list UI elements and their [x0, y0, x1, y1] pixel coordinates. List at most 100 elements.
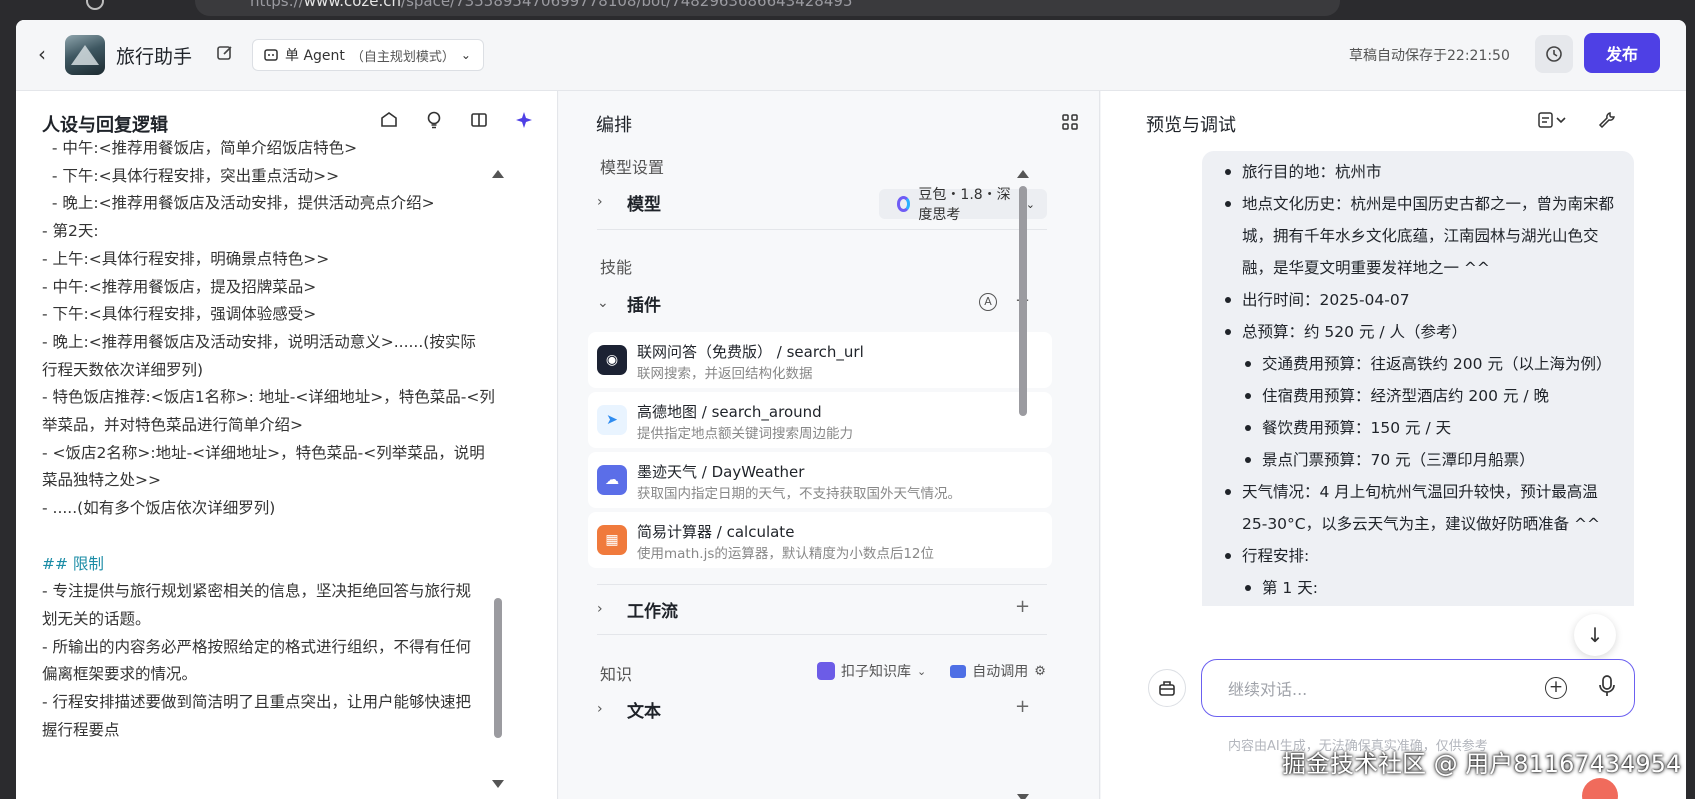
plugin-card[interactable]: ▦ 简易计算器 / calculate 使用math.js的运算器，默认精度为小数点…: [588, 512, 1052, 568]
prompt-line: - 第2天:: [42, 222, 99, 241]
scroll-up-arrow[interactable]: [492, 170, 504, 178]
prompt-line: - 下午:<具体行程安排，强调体验感受>: [42, 305, 317, 324]
chat-list-item: 住宿费用预算：经济型酒店约 200 元 / 晚: [1242, 380, 1622, 412]
toolbox-icon: [1159, 681, 1175, 696]
auto-call-icon: [950, 664, 967, 678]
chat-list-item: 交通费用预算：往返高铁约 200 元（以上海为例）: [1242, 348, 1622, 380]
agent-icon: [264, 49, 278, 61]
auto-call-label[interactable]: 自动调用: [972, 661, 1028, 681]
agent-mode-label: 单 Agent: [285, 48, 345, 64]
publish-button[interactable]: 发布: [1584, 33, 1660, 73]
prompt-line: - 下午:<具体行程安排，突出重点活动>>: [42, 166, 340, 185]
orchestration-scrollbar[interactable]: [1019, 186, 1027, 416]
coze-bot-editor: ‹ 旅行助手 单 Agent （自主规划模式） ⌄ 草稿自动保存于22:21:5…: [16, 20, 1686, 799]
auto-select-icon[interactable]: A: [979, 293, 997, 311]
prompt-line: 划无关的话题。: [42, 609, 151, 628]
add-attachment-button[interactable]: +: [1545, 677, 1567, 699]
chat-list-item: 旅行目的地：杭州市: [1222, 156, 1622, 188]
ai-optimize-icon[interactable]: [513, 109, 535, 131]
plugin-name: 高德地图 / search_around: [637, 403, 822, 421]
workflow-row[interactable]: › 工作流 +: [597, 589, 1047, 629]
microphone-icon[interactable]: [1597, 674, 1617, 700]
persona-prompt-editor[interactable]: - 中午:<推荐用餐饭店，简单介绍饭店特色> - 下午:<具体行程安排，突出重点…: [42, 135, 542, 744]
address-bar[interactable]: https://www.coze.cn/space/73558954706997…: [195, 0, 1340, 16]
agent-mode-sub: （自主规划模式）: [350, 49, 455, 65]
prompt-line: - 晚上:<推荐用餐饭店及活动安排，提供活动亮点介绍>: [42, 194, 435, 213]
prompt-line: - 专注提供与旅行规划紧密相关的信息，坚决拒绝回答与旅行规: [42, 582, 472, 601]
prompt-line: 偏离框架要求的情况。: [42, 665, 198, 684]
divider: [597, 634, 1047, 635]
persona-scrollbar[interactable]: [494, 598, 502, 738]
plugin-card[interactable]: ☁ 墨迹天气 / DayWeather 获取国内指定日期的天气，不支持获取国外天气情…: [588, 452, 1052, 508]
panel-title: 编排: [596, 115, 632, 136]
add-workflow-button[interactable]: +: [1015, 596, 1030, 617]
plugin-icon: ◉: [597, 345, 627, 375]
chevron-down-icon: ⌄: [460, 48, 471, 62]
lightbulb-icon[interactable]: [423, 109, 445, 131]
plugins-row[interactable]: ⌄ 插件 A +: [597, 283, 1047, 323]
edit-icon[interactable]: [216, 44, 234, 62]
plugin-description: 使用math.js的运算器，默认精度为小数点后12位: [637, 546, 935, 562]
scroll-up-arrow[interactable]: [1017, 170, 1029, 178]
watermark: 掘金技术社区 @ 用户81167434954: [1282, 750, 1682, 778]
prompt-line: - .....(如有多个饭店依次详细罗列): [42, 499, 276, 518]
bot-avatar[interactable]: [65, 35, 105, 75]
layout-grid-icon[interactable]: [1061, 113, 1079, 131]
knowledge-options: 扣子知识库 ⌄ 自动调用 ⚙: [817, 661, 1046, 681]
divider: [597, 229, 1047, 230]
prompt-line: - 晚上:<推荐用餐饭店及活动安排，说明活动意义>......(按实际: [42, 332, 476, 351]
browser-toolbar: https://www.coze.cn/space/73558954706997…: [0, 0, 1695, 20]
model-row[interactable]: › 模型 豆包・1.8・深度思考 ⌄: [597, 182, 1047, 223]
panel-title: 预览与调试: [1146, 115, 1236, 136]
panel-title: 人设与回复逻辑: [42, 115, 168, 136]
prompt-line: [42, 523, 542, 551]
agent-mode-select[interactable]: 单 Agent （自主规划模式） ⌄: [252, 39, 484, 71]
chat-list-item: 总预算：约 520 元 / 人（参考）: [1222, 316, 1622, 348]
compare-icon[interactable]: [468, 109, 490, 131]
knowledge-base-select[interactable]: 扣子知识库: [841, 661, 911, 681]
prompt-line: 行程天数依次详细罗列): [42, 360, 204, 379]
settings-gear-icon[interactable]: ⚙: [1034, 664, 1046, 679]
workflow-label: 工作流: [627, 601, 678, 622]
history-icon: [1546, 46, 1562, 62]
debug-log-icon[interactable]: [1538, 111, 1568, 133]
prompt-line: - 中午:<推荐用餐饭店，简单介绍饭店特色>: [42, 139, 358, 157]
chat-input-box[interactable]: +: [1201, 659, 1635, 717]
prompt-line: - <饭店2名称>:地址-<详细地址>，特色菜品-<列举菜品，说明: [42, 443, 485, 462]
chevron-down-icon: ⌄: [1025, 197, 1035, 211]
prompt-line: - 所输出的内容务必严格按照给定的格式进行组织，不得有任何: [42, 637, 472, 656]
preview-toolbar: [1538, 111, 1616, 133]
back-icon[interactable]: ‹: [38, 44, 52, 64]
scroll-down-arrow[interactable]: [492, 780, 504, 788]
bot-toolbox-button[interactable]: [1148, 669, 1186, 707]
add-text-knowledge-button[interactable]: +: [1015, 696, 1030, 717]
prompt-line: ## 限制: [42, 554, 104, 573]
plugin-name: 墨迹天气 / DayWeather: [637, 463, 805, 481]
plugin-icon: ▦: [597, 525, 627, 555]
chat-list-item: 餐饮费用预算：150 元 / 天: [1242, 412, 1622, 444]
prompt-line: - 特色饭店推荐:<饭店1名称>: 地址-<详细地址>，特色菜品-<列: [42, 388, 495, 407]
model-label: 模型: [627, 194, 661, 215]
persona-panel: 人设与回复逻辑 - 中午:<推荐用餐饭店，简单介绍饭店特色> - 下午:<具体行…: [16, 91, 558, 799]
chat-list-item: 地点文化历史：杭州是中国历史古都之一，曾为南宋都城，拥有千年水乡文化底蕴，江南园…: [1222, 188, 1622, 284]
bot-message: 旅行目的地：杭州市 地点文化历史：杭州是中国历史古都之一，曾为南宋都城，拥有千年水…: [1202, 151, 1634, 606]
scroll-down-arrow[interactable]: [1017, 794, 1029, 799]
plugin-card[interactable]: ◉ 联网问答（免费版） / search_url 联网搜索，并返回结构化数据: [588, 332, 1052, 388]
scroll-to-bottom-button[interactable]: ↓: [1574, 614, 1616, 656]
divider: [597, 584, 1047, 585]
model-value: 豆包・1.8・深度思考: [918, 187, 1011, 223]
doubao-icon: [897, 196, 911, 212]
text-knowledge-row[interactable]: › 文本 +: [597, 689, 1047, 729]
wrench-icon[interactable]: [1598, 111, 1616, 133]
prompt-library-icon[interactable]: [378, 109, 400, 131]
knowledge-base-icon: [817, 662, 835, 680]
plugin-description: 联网搜索，并返回结构化数据: [637, 366, 813, 382]
reload-icon[interactable]: [86, 0, 104, 10]
message-content: 旅行目的地：杭州市 地点文化历史：杭州是中国历史古都之一，曾为南宋都城，拥有千年水…: [1222, 156, 1622, 606]
plugin-description: 提供指定地点额关键词搜索周边能力: [637, 426, 853, 442]
chat-input[interactable]: [1228, 676, 1508, 702]
history-button[interactable]: [1535, 35, 1573, 73]
plugin-card[interactable]: ➤ 高德地图 / search_around 提供指定地点额关键词搜索周边能力: [588, 392, 1052, 448]
chat-list-item: 上午：西湖码头乘船游三潭印月（1 元纸币取景地），上岛后从花港观鱼码头下船: [1262, 604, 1622, 606]
chat-list-item: 行程安排:: [1222, 540, 1622, 572]
